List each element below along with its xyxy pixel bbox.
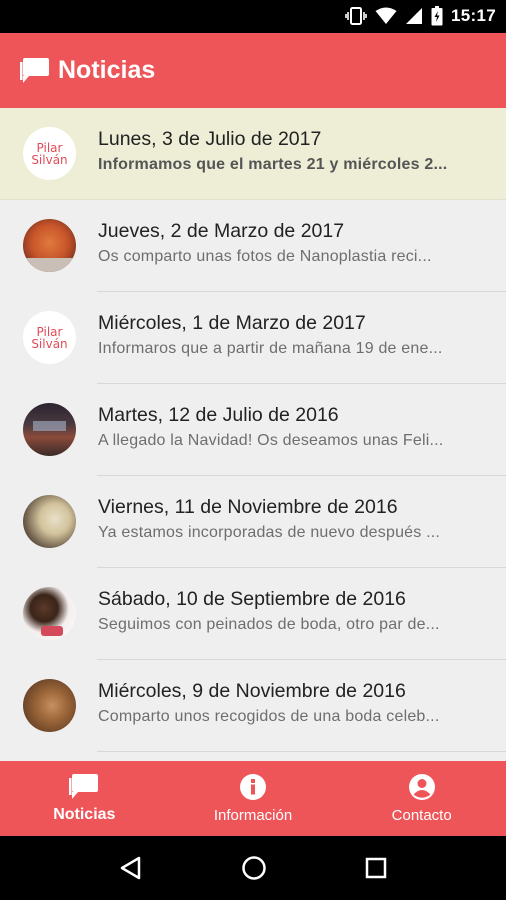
item-title: Viernes, 11 de Noviembre de 2016 xyxy=(98,496,398,518)
logo-text-line1: Pilar xyxy=(36,140,63,155)
status-icons: 15:17 xyxy=(345,5,496,27)
nav-label: Noticias xyxy=(53,805,116,823)
avatar xyxy=(23,403,76,456)
chat-icon xyxy=(69,773,99,799)
item-title: Miércoles, 9 de Noviembre de 2016 xyxy=(98,680,406,702)
info-icon xyxy=(240,774,266,800)
avatar xyxy=(23,587,76,640)
avatar: Pilar Silván xyxy=(23,311,76,364)
avatar xyxy=(23,219,76,272)
battery-icon xyxy=(431,6,443,26)
logo-text-line1: Pilar xyxy=(36,324,63,339)
list-item[interactable]: Jueves, 2 de Marzo de 2017 Os comparto u… xyxy=(0,200,506,292)
back-icon[interactable] xyxy=(118,855,144,881)
avatar xyxy=(23,679,76,732)
home-icon[interactable] xyxy=(241,855,267,881)
list-item[interactable]: Pilar Silván Lunes, 3 de Julio de 2017 I… xyxy=(0,108,506,200)
nav-contacto[interactable]: Contacto xyxy=(337,761,506,836)
list-item[interactable]: Viernes, 11 de Noviembre de 2016 Ya esta… xyxy=(0,476,506,568)
item-title: Sábado, 10 de Septiembre de 2016 xyxy=(98,588,406,610)
list-item[interactable]: Sábado, 10 de Septiembre de 2016 Seguimo… xyxy=(0,568,506,660)
page-title: Noticias xyxy=(58,56,156,84)
nav-label: Información xyxy=(213,807,293,824)
app-bar: Noticias xyxy=(0,33,506,108)
logo-text-line2: Silván xyxy=(31,336,68,351)
item-subtitle: Comparto unos recogidos de una boda cele… xyxy=(98,708,440,725)
item-subtitle: Informamos que el martes 21 y miércoles … xyxy=(98,156,448,173)
item-subtitle: A llegado la Navidad! Os deseamos unas F… xyxy=(98,432,444,449)
item-title: Martes, 12 de Julio de 2016 xyxy=(98,404,339,426)
item-subtitle: Os comparto unas fotos de Nanoplastia re… xyxy=(98,248,432,265)
item-title: Lunes, 3 de Julio de 2017 xyxy=(98,128,322,150)
vibrate-icon xyxy=(345,7,367,25)
item-subtitle: Ya estamos incorporadas de nuevo después… xyxy=(98,524,441,541)
list-item[interactable]: Miércoles, 9 de Noviembre de 2016 Compar… xyxy=(0,660,506,752)
item-subtitle: Informaros que a partir de mañana 19 de … xyxy=(98,340,443,357)
list-item[interactable]: Pilar Silván Miércoles, 1 de Marzo de 20… xyxy=(0,292,506,384)
nav-label: Contacto xyxy=(391,807,452,824)
avatar xyxy=(23,495,76,548)
system-navigation-bar xyxy=(0,836,506,900)
item-subtitle: Seguimos con peinados de boda, otro par … xyxy=(98,616,440,633)
status-bar: 15:17 xyxy=(0,0,506,33)
divider xyxy=(97,751,506,752)
avatar: Pilar Silván xyxy=(23,127,76,180)
item-title: Miércoles, 1 de Marzo de 2017 xyxy=(98,312,366,334)
list-item[interactable]: Martes, 12 de Julio de 2016 A llegado la… xyxy=(0,384,506,476)
bottom-navigation: Noticias Información Contacto xyxy=(0,761,506,836)
item-title: Jueves, 2 de Marzo de 2017 xyxy=(98,220,345,242)
recents-icon[interactable] xyxy=(364,856,388,880)
account-icon xyxy=(408,774,435,800)
logo-text-line2: Silván xyxy=(31,152,68,167)
nav-informacion[interactable]: Información xyxy=(169,761,338,836)
signal-icon xyxy=(406,8,423,24)
news-list[interactable]: Pilar Silván Lunes, 3 de Julio de 2017 I… xyxy=(0,108,506,761)
clock: 15:17 xyxy=(451,6,496,25)
chat-icon xyxy=(20,57,49,83)
nav-noticias[interactable]: Noticias xyxy=(0,761,169,836)
wifi-icon xyxy=(375,7,397,24)
